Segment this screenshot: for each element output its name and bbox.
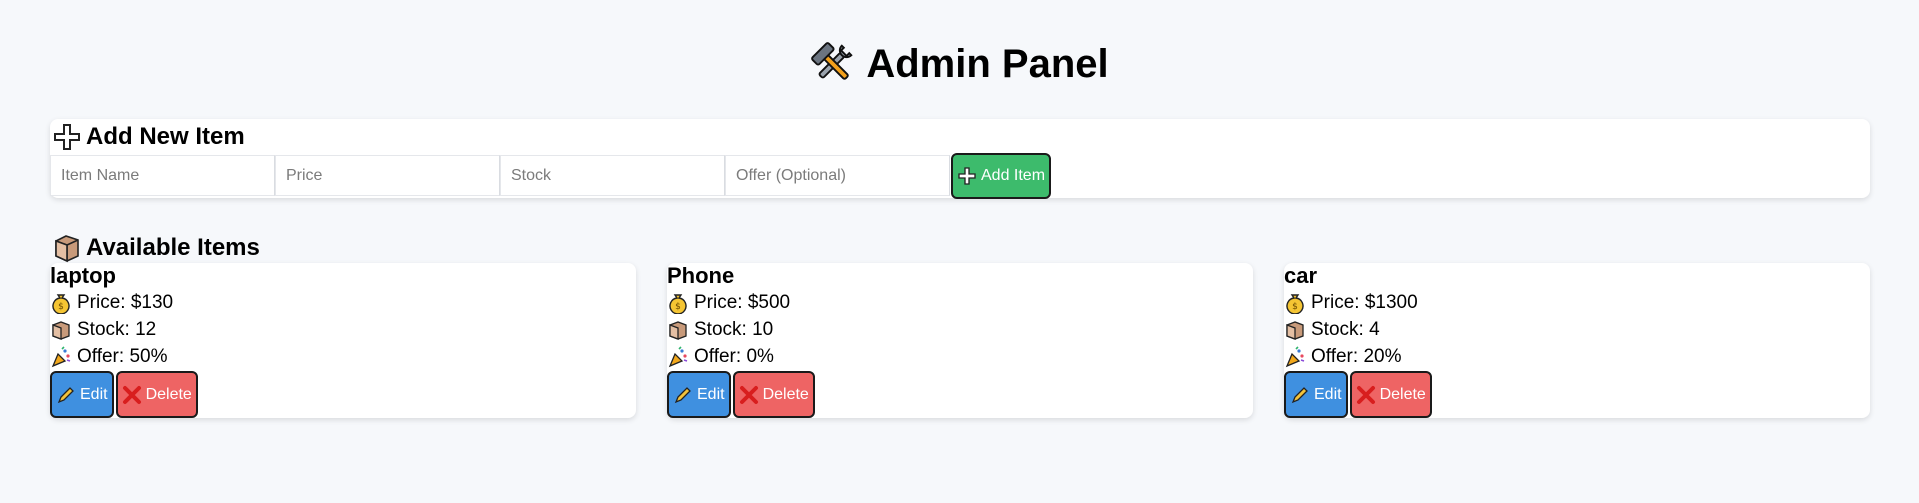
available-items-heading-label: Available Items — [86, 234, 260, 261]
add-item-panel: Add New Item Add Item — [50, 119, 1870, 199]
stock-input[interactable] — [500, 155, 725, 196]
item-actions: Edit Delete — [667, 371, 1253, 418]
svg-text:$: $ — [58, 302, 64, 312]
box-icon — [52, 233, 82, 263]
available-items-heading: Available Items — [50, 230, 260, 266]
pencil-icon — [56, 385, 76, 405]
edit-button[interactable]: Edit — [667, 371, 731, 418]
edit-button-label: Edit — [80, 385, 108, 403]
edit-button-label: Edit — [1314, 385, 1342, 403]
edit-button-label: Edit — [697, 385, 725, 403]
item-actions: Edit Delete — [50, 371, 636, 418]
item-stock-text: Stock: 4 — [1311, 319, 1380, 340]
party-popper-icon — [50, 345, 72, 368]
item-offer: Offer: 0% — [667, 343, 1253, 370]
box-icon — [667, 319, 689, 341]
item-price: $ Price: $500 — [667, 289, 1253, 316]
pencil-icon — [1290, 385, 1310, 405]
item-card: car $ Price: $1300 Stock: 4 Offer: 20% E… — [1284, 263, 1870, 418]
item-actions: Edit Delete — [1284, 371, 1870, 418]
party-popper-icon — [1284, 345, 1306, 368]
plus-icon — [52, 122, 82, 152]
page-title: Admin Panel — [866, 42, 1109, 86]
offer-input[interactable] — [725, 155, 950, 196]
item-name-input[interactable] — [50, 155, 275, 196]
item-card: Phone $ Price: $500 Stock: 10 Offer: 0% — [667, 263, 1253, 418]
svg-text:$: $ — [1292, 302, 1298, 312]
add-item-heading-label: Add New Item — [86, 123, 245, 150]
item-price: $ Price: $1300 — [1284, 289, 1870, 316]
delete-button[interactable]: Delete — [732, 371, 815, 418]
item-name: laptop — [50, 263, 116, 288]
delete-button-label: Delete — [762, 385, 809, 403]
item-stock-text: Stock: 10 — [694, 319, 774, 340]
item-stock: Stock: 10 — [667, 316, 1253, 343]
item-price: $ Price: $130 — [50, 289, 636, 316]
admin-page: Admin Panel Add New Item Add I — [0, 0, 1919, 503]
page-header: Admin Panel — [0, 38, 1919, 90]
money-bag-icon: $ — [1284, 292, 1306, 314]
delete-button-label: Delete — [145, 385, 192, 403]
item-card: laptop $ Price: $130 Stock: 12 Offer: 50… — [50, 263, 636, 418]
cross-icon — [122, 385, 142, 405]
delete-button-label: Delete — [1379, 385, 1426, 403]
box-icon — [1284, 319, 1306, 341]
item-name: car — [1284, 263, 1318, 288]
price-input[interactable] — [275, 155, 500, 196]
item-offer-text: Offer: 20% — [1311, 346, 1402, 367]
cross-icon — [739, 385, 759, 405]
item-offer: Offer: 20% — [1284, 343, 1870, 370]
plus-icon — [957, 166, 977, 186]
item-offer: Offer: 50% — [50, 343, 636, 370]
money-bag-icon: $ — [50, 292, 72, 314]
money-bag-icon: $ — [667, 292, 689, 314]
add-item-button[interactable]: Add Item — [951, 152, 1052, 199]
item-offer-text: Offer: 50% — [77, 346, 168, 367]
edit-button[interactable]: Edit — [1284, 371, 1348, 418]
add-item-button-label: Add Item — [981, 166, 1046, 184]
pencil-icon — [673, 385, 693, 405]
item-offer-text: Offer: 0% — [694, 346, 774, 367]
item-price-text: Price: $500 — [694, 292, 791, 313]
add-item-heading: Add New Item — [50, 119, 1870, 155]
add-item-form: Add Item — [50, 152, 1870, 199]
delete-button[interactable]: Delete — [1349, 371, 1432, 418]
party-popper-icon — [667, 345, 689, 368]
items-list: laptop $ Price: $130 Stock: 12 Offer: 50… — [50, 263, 1870, 418]
svg-text:$: $ — [675, 302, 681, 312]
item-stock: Stock: 12 — [50, 316, 636, 343]
box-icon — [50, 319, 72, 341]
item-price-text: Price: $1300 — [1311, 292, 1418, 313]
delete-button[interactable]: Delete — [115, 371, 198, 418]
edit-button[interactable]: Edit — [50, 371, 114, 418]
item-stock: Stock: 4 — [1284, 316, 1870, 343]
hammer-wrench-icon — [810, 41, 856, 87]
item-price-text: Price: $130 — [77, 292, 174, 313]
cross-icon — [1356, 385, 1376, 405]
item-name: Phone — [667, 263, 735, 288]
item-stock-text: Stock: 12 — [77, 319, 157, 340]
